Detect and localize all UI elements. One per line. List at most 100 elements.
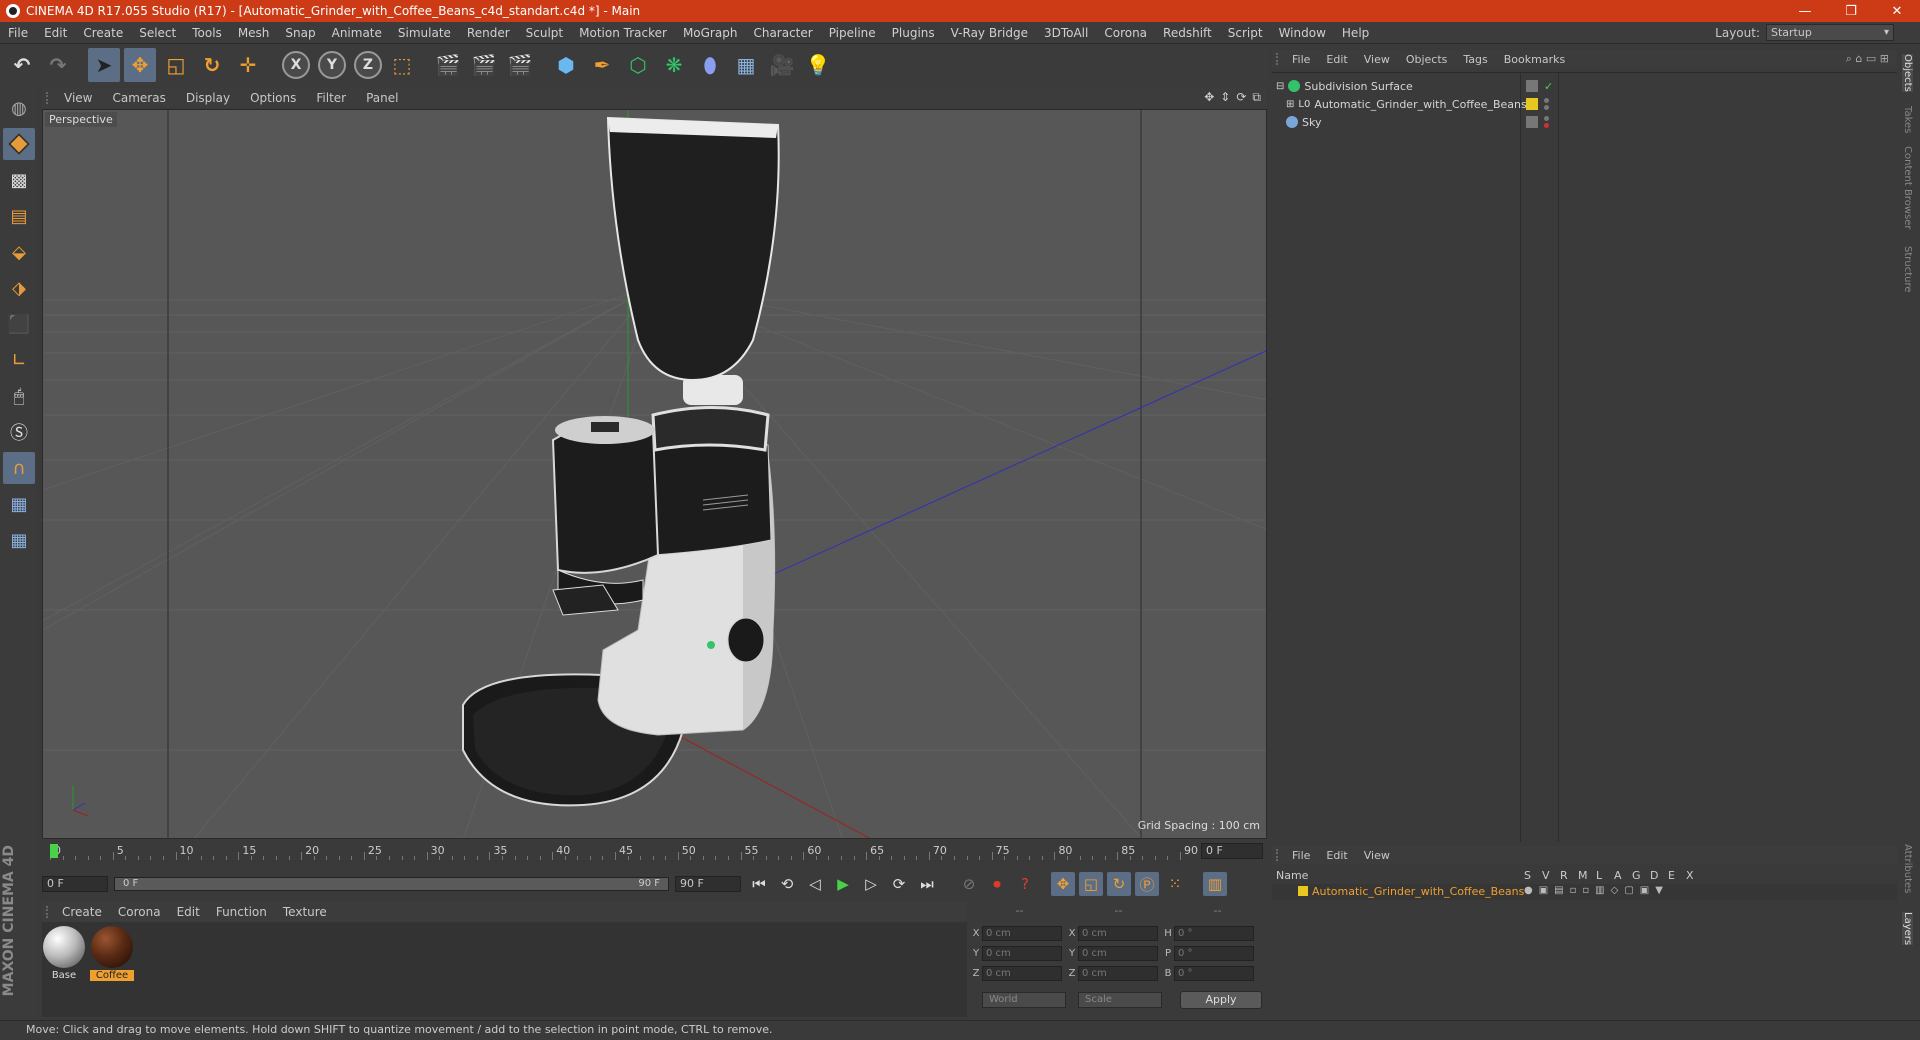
object-menu-view[interactable]: View [1356, 53, 1398, 66]
material-swatch-base[interactable]: Base [42, 926, 86, 981]
render-visibility-dot[interactable] [1544, 123, 1549, 128]
add-light-button[interactable]: 💡 [802, 48, 834, 82]
playhead-marker[interactable] [50, 844, 58, 858]
menu-mograph[interactable]: MoGraph [675, 26, 746, 40]
menu-vray-bridge[interactable]: V-Ray Bridge [943, 26, 1036, 40]
dolly-icon[interactable]: ⇕ [1220, 90, 1230, 105]
layer-menu-view[interactable]: View [1356, 849, 1398, 862]
recent-tool-button[interactable]: ✛ [232, 48, 264, 82]
menu-redshift[interactable]: Redshift [1155, 26, 1220, 40]
coffee-grinder-model[interactable] [462, 116, 780, 807]
go-to-end-button[interactable]: ⏭ [915, 872, 939, 896]
menu-select[interactable]: Select [131, 26, 184, 40]
size-y-field[interactable]: 0 cm [1078, 946, 1158, 961]
editor-visibility-dot[interactable] [1544, 116, 1549, 121]
menu-window[interactable]: Window [1271, 26, 1334, 40]
polygons-mode-button[interactable]: ⬛ [3, 308, 35, 340]
collapse-icon[interactable]: ⊟ [1276, 81, 1284, 92]
tab-content-browser[interactable]: Content Browser [1902, 146, 1913, 229]
timeline-window-button[interactable]: ▥ [1203, 872, 1227, 896]
menu-render[interactable]: Render [459, 26, 518, 40]
preview-range-slider[interactable]: 0 F 90 F [114, 877, 669, 891]
add-camera-button[interactable]: 🎥 [766, 48, 798, 82]
size-z-field[interactable]: 0 cm [1078, 966, 1158, 981]
next-key-button[interactable]: ⟳ [887, 872, 911, 896]
enable-axis-button[interactable]: ∟ [3, 344, 35, 376]
tab-structure[interactable]: Structure [1902, 246, 1913, 293]
menu-motion-tracker[interactable]: Motion Tracker [571, 26, 675, 40]
current-frame-field[interactable]: 0 F [1201, 843, 1263, 859]
undo-button[interactable]: ↶ [6, 48, 38, 82]
object-menu-tags[interactable]: Tags [1455, 53, 1495, 66]
layout-dropdown[interactable]: Startup [1766, 24, 1894, 41]
viewport-menu-cameras[interactable]: Cameras [102, 91, 175, 105]
menu-mesh[interactable]: Mesh [230, 26, 278, 40]
menu-plugins[interactable]: Plugins [884, 26, 943, 40]
panel-grip-icon[interactable] [1276, 849, 1284, 861]
redo-button[interactable]: ↷ [42, 48, 74, 82]
rotation-h-field[interactable]: 0 ° [1174, 926, 1254, 941]
record-active-objects-button[interactable]: ⏺ [985, 872, 1009, 896]
visibility-toggle[interactable] [1526, 80, 1538, 92]
workplane-lock-button[interactable]: ▦ [3, 488, 35, 520]
viewport-menu-view[interactable]: View [54, 91, 102, 105]
next-frame-button[interactable]: ▷ [859, 872, 883, 896]
add-spline-button[interactable]: ✒ [586, 48, 618, 82]
material-menu-create[interactable]: Create [54, 905, 110, 919]
rotate-tool-button[interactable]: ↻ [196, 48, 228, 82]
x-axis-lock-button[interactable]: X [282, 51, 310, 79]
start-frame-field[interactable]: 0 F [42, 876, 108, 892]
record-position-button[interactable]: ⊘ [957, 872, 981, 896]
object-menu-objects[interactable]: Objects [1398, 53, 1456, 66]
menu-edit[interactable]: Edit [36, 26, 75, 40]
key-scale-button[interactable]: ◱ [1079, 872, 1103, 896]
menu-tools[interactable]: Tools [184, 26, 230, 40]
render-view-button[interactable]: 🎬 [432, 48, 464, 82]
add-deformer-button[interactable]: ⬮ [694, 48, 726, 82]
viewport-menu-options[interactable]: Options [240, 91, 306, 105]
make-editable-button[interactable]: ◍ [3, 92, 35, 124]
object-row-grinder[interactable]: ⊞ L0 Automatic_Grinder_with_Coffee_Beans [1272, 95, 1897, 113]
layer-menu-edit[interactable]: Edit [1318, 849, 1355, 862]
panel-grip-icon[interactable] [46, 906, 54, 918]
tab-takes[interactable]: Takes [1902, 106, 1913, 133]
expand-icon[interactable]: ⊞ [1286, 99, 1294, 110]
previous-frame-button[interactable]: ◁ [803, 872, 827, 896]
key-pla-button[interactable]: ⁙ [1163, 872, 1187, 896]
menu-simulate[interactable]: Simulate [390, 26, 459, 40]
layer-color-tag[interactable] [1526, 98, 1538, 110]
end-frame-field[interactable]: 90 F [675, 876, 741, 892]
panel-grip-icon[interactable] [46, 92, 54, 104]
scale-tool-button[interactable]: ◱ [160, 48, 192, 82]
key-rotation-button[interactable]: ↻ [1107, 872, 1131, 896]
size-x-field[interactable]: 0 cm [1078, 926, 1158, 941]
maximize-button[interactable]: ❐ [1828, 0, 1874, 22]
menu-help[interactable]: Help [1334, 26, 1377, 40]
render-to-picture-viewer-button[interactable]: 🎬 [468, 48, 500, 82]
layer-color-swatch[interactable] [1298, 886, 1308, 896]
points-mode-button[interactable]: ⬙ [3, 236, 35, 268]
material-menu-texture[interactable]: Texture [275, 905, 335, 919]
model-mode-button[interactable] [3, 128, 35, 160]
apply-button[interactable]: Apply [1180, 991, 1262, 1009]
material-swatch-coffee[interactable]: Coffee [90, 926, 134, 981]
timeline-ruler[interactable]: 051015202530354045505560657075808590 0 F [42, 840, 1267, 862]
menu-snap[interactable]: Snap [277, 26, 323, 40]
add-scene-button[interactable]: ▦ [730, 48, 762, 82]
tweak-mode-button[interactable]: 🖱 [3, 380, 35, 412]
viewport-menu-filter[interactable]: Filter [306, 91, 356, 105]
object-search-icon[interactable]: ⌕ ⌂ ▭ ⊞ [1846, 52, 1889, 66]
visibility-toggle[interactable] [1526, 116, 1538, 128]
menu-3dtoall[interactable]: 3DToAll [1036, 26, 1096, 40]
layer-toggle-icons[interactable]: ●▣▤▫▫▥◇▢▣▼ [1524, 885, 1669, 896]
material-menu-edit[interactable]: Edit [169, 905, 208, 919]
autokeying-button[interactable]: ? [1013, 872, 1037, 896]
layer-row[interactable]: Automatic_Grinder_with_Coffee_Beans ●▣▤▫… [1272, 884, 1897, 900]
menu-sculpt[interactable]: Sculpt [518, 26, 571, 40]
play-button[interactable]: ▶ [831, 872, 855, 896]
close-button[interactable]: ✕ [1874, 0, 1920, 22]
perspective-viewport[interactable]: Perspective Grid Spacing : 100 cm [42, 109, 1267, 839]
editor-visibility-dot[interactable] [1544, 98, 1549, 103]
pan-icon[interactable]: ✥ [1204, 90, 1214, 105]
object-menu-edit[interactable]: Edit [1318, 53, 1355, 66]
